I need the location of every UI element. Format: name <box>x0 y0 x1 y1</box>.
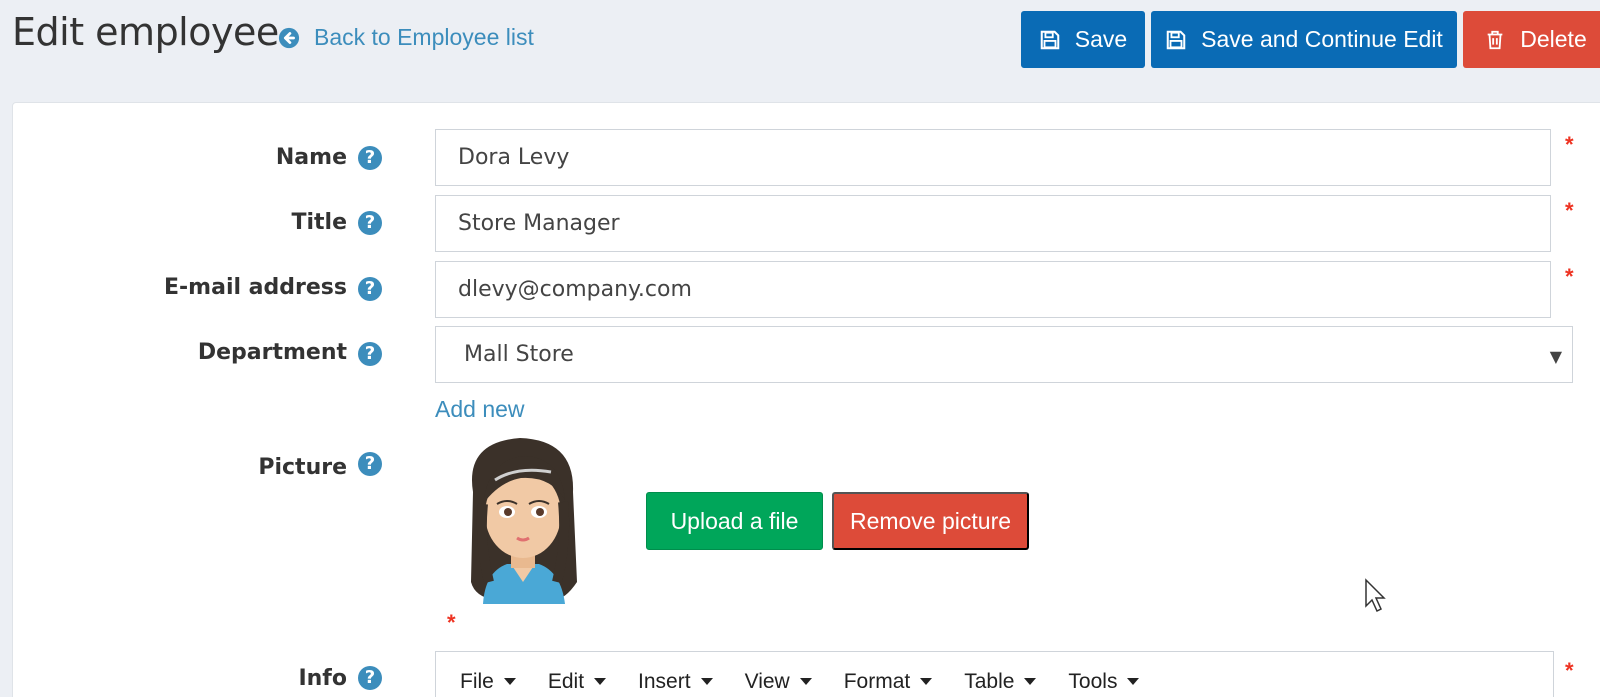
circle-arrow-left-icon <box>278 27 300 48</box>
info-label: Info <box>298 666 347 691</box>
editor-menu-edit[interactable]: Edit <box>548 670 607 694</box>
required-asterisk: * <box>447 610 456 635</box>
upload-file-button[interactable]: Upload a file <box>646 492 823 550</box>
help-icon[interactable]: ? <box>358 666 382 690</box>
department-selected-value: Mall Store <box>464 342 574 367</box>
caret-down-icon <box>920 678 933 685</box>
required-asterisk: * <box>1565 198 1574 223</box>
caret-down-icon <box>799 678 812 685</box>
back-to-list-link[interactable]: Back to Employee list <box>278 24 534 51</box>
floppy-disk-icon <box>1040 30 1060 49</box>
caret-down-icon <box>1024 678 1037 685</box>
help-icon[interactable]: ? <box>358 277 382 301</box>
edit-employee-form-card <box>12 102 1600 697</box>
department-select[interactable]: Mall Store ▼ <box>435 326 1573 383</box>
help-icon[interactable]: ? <box>358 452 382 476</box>
editor-menu-tools[interactable]: Tools <box>1068 670 1140 694</box>
email-label: E-mail address <box>164 275 347 300</box>
delete-button[interactable]: Delete <box>1463 11 1600 68</box>
caret-down-icon: ▼ <box>1549 347 1562 366</box>
required-asterisk: * <box>1565 658 1574 683</box>
caret-down-icon <box>1127 678 1140 685</box>
save-button-label: Save <box>1074 26 1128 52</box>
help-icon[interactable]: ? <box>358 146 382 170</box>
back-link-label: Back to Employee list <box>314 24 534 50</box>
required-asterisk: * <box>1565 132 1574 157</box>
required-asterisk: * <box>1565 264 1574 289</box>
trash-icon <box>1487 30 1503 49</box>
delete-button-label: Delete <box>1520 26 1587 52</box>
employee-avatar <box>471 438 577 604</box>
picture-label: Picture <box>258 455 347 480</box>
rich-text-editor-toolbar: File Edit Insert View Format Table Tools <box>435 651 1554 697</box>
editor-menu-view[interactable]: View <box>745 670 812 694</box>
floppy-disk-icon <box>1166 30 1186 49</box>
mouse-pointer-icon <box>1365 578 1386 613</box>
department-label: Department <box>197 340 347 365</box>
help-icon[interactable]: ? <box>358 211 382 235</box>
name-label: Name <box>275 145 347 170</box>
add-new-department-link[interactable]: Add new <box>435 396 525 423</box>
save-and-continue-button[interactable]: Save and Continue Edit <box>1151 11 1457 68</box>
save-button[interactable]: Save <box>1021 11 1145 68</box>
title-label: Title <box>291 210 347 235</box>
caret-down-icon <box>594 678 607 685</box>
title-input[interactable]: Store Manager <box>435 195 1551 252</box>
name-input[interactable]: Dora Levy <box>435 129 1551 186</box>
editor-menu-file[interactable]: File <box>460 670 516 694</box>
save-and-continue-label: Save and Continue Edit <box>1201 26 1443 52</box>
remove-picture-button[interactable]: Remove picture <box>832 492 1029 550</box>
caret-down-icon <box>503 678 516 685</box>
editor-menu-insert[interactable]: Insert <box>638 670 713 694</box>
editor-menu-format[interactable]: Format <box>844 670 933 694</box>
caret-down-icon <box>700 678 713 685</box>
page-title: Edit employee <box>12 10 279 54</box>
help-icon[interactable]: ? <box>358 342 382 366</box>
email-input[interactable]: dlevy@company.com <box>435 261 1551 318</box>
editor-menu-table[interactable]: Table <box>964 670 1037 694</box>
